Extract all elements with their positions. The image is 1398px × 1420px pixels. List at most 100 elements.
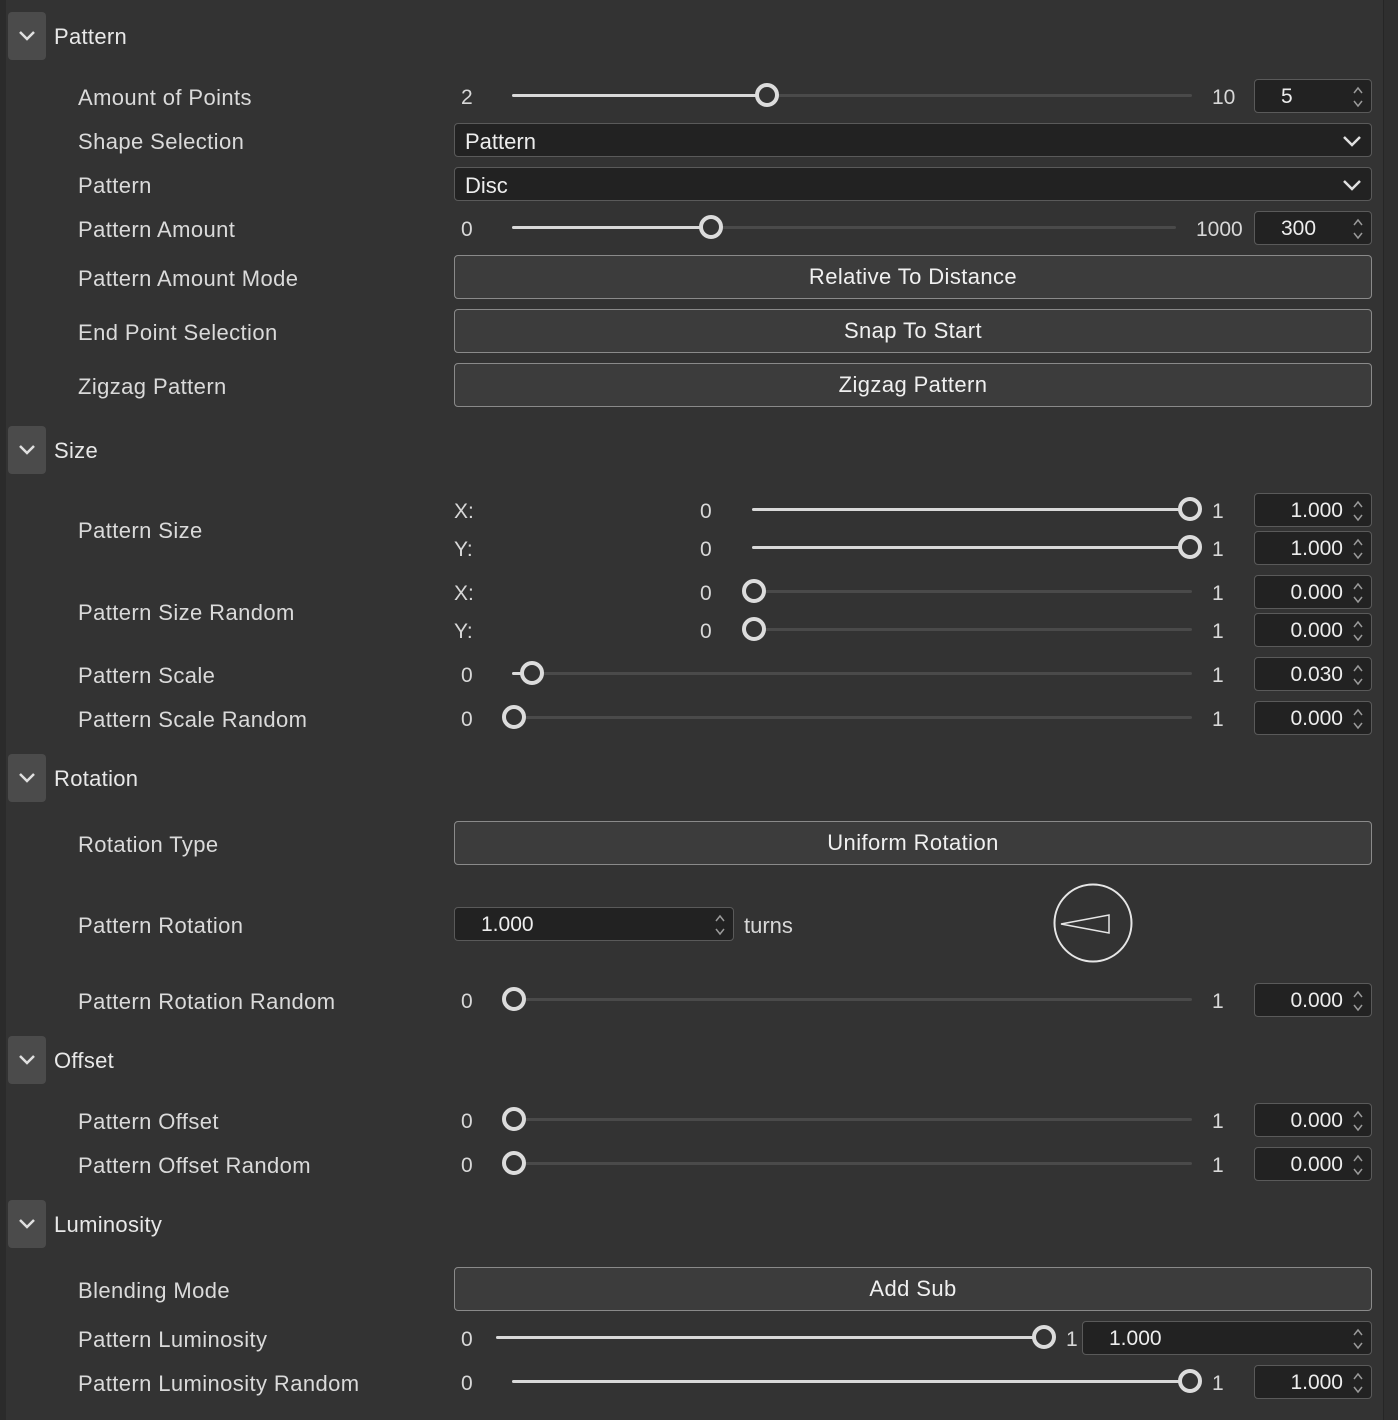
pattern-size-x-slider[interactable] [752,497,1202,521]
pattern-scale-spinbox[interactable]: 0.030 [1254,657,1372,691]
pattern-amount-slider[interactable] [512,215,1176,239]
pattern-luminosity-random-spinbox[interactable]: 1.000 [1254,1365,1372,1399]
spinbox-value: 0.000 [1290,619,1343,642]
spinbox-value: 0.000 [1290,1109,1343,1132]
spinbox-value: 0.000 [1290,1153,1343,1176]
pattern-rotation-random-spinbox[interactable]: 0.000 [1254,983,1372,1017]
slider-handle[interactable] [502,987,526,1011]
pattern-scale-slider[interactable] [512,661,1192,685]
slider-handle[interactable] [1178,535,1202,559]
pattern-offset-label: Pattern Offset [78,1109,219,1134]
amount-of-points-min: 2 [461,86,473,109]
pattern-size-y-min: 0 [700,538,712,561]
zigzag-pattern-label: Zigzag Pattern [78,374,227,399]
pattern-offset-slider[interactable] [502,1107,1192,1131]
amount-of-points-slider[interactable] [512,83,1192,107]
rotation-dial[interactable] [1052,882,1134,964]
spin-arrows-icon[interactable] [1351,1368,1365,1398]
slider-handle[interactable] [502,705,526,729]
spin-arrows-icon[interactable] [713,910,727,940]
spin-arrows-icon[interactable] [1351,1324,1365,1354]
spin-arrows-icon[interactable] [1351,986,1365,1016]
pattern-rotation-random-min: 0 [461,990,473,1013]
zigzag-pattern-button[interactable]: Zigzag Pattern [454,363,1372,407]
pattern-rotation-spinbox[interactable]: 1.000 [454,907,734,941]
pattern-scale-random-label: Pattern Scale Random [78,707,308,732]
pattern-size-random-x-slider[interactable] [742,579,1192,603]
spinbox-value: 1.000 [481,913,534,936]
slider-handle[interactable] [1178,497,1202,521]
spin-arrows-icon[interactable] [1351,496,1365,526]
spin-arrows-icon[interactable] [1351,1106,1365,1136]
collapse-rotation-button[interactable] [8,754,46,802]
pattern-size-y-spinbox[interactable]: 1.000 [1254,531,1372,565]
slider-handle[interactable] [755,83,779,107]
spin-arrows-icon[interactable] [1351,82,1365,112]
pattern-amount-spinbox[interactable]: 300 [1254,211,1372,245]
pattern-amount-mode-button[interactable]: Relative To Distance [454,255,1372,299]
pattern-scale-random-spinbox[interactable]: 0.000 [1254,701,1372,735]
pattern-offset-min: 0 [461,1110,473,1133]
slider-handle[interactable] [502,1151,526,1175]
axis-x-label: X: [454,582,474,605]
spin-arrows-icon[interactable] [1351,704,1365,734]
slider-handle[interactable] [1032,1325,1056,1349]
pattern-luminosity-random-label: Pattern Luminosity Random [78,1371,360,1396]
pattern-size-random-y-spinbox[interactable]: 0.000 [1254,613,1372,647]
collapse-pattern-button[interactable] [8,12,46,60]
collapse-offset-button[interactable] [8,1036,46,1084]
slider-handle[interactable] [742,617,766,641]
pattern-offset-random-slider[interactable] [502,1151,1192,1175]
pattern-offset-random-min: 0 [461,1154,473,1177]
spin-arrows-icon[interactable] [1351,1150,1365,1180]
pattern-luminosity-random-slider[interactable] [512,1369,1202,1393]
pattern-scale-random-max: 1 [1212,708,1224,731]
pattern-rotation-random-slider[interactable] [502,987,1192,1011]
pattern-size-random-label: Pattern Size Random [78,600,295,625]
spin-arrows-icon[interactable] [1351,534,1365,564]
spin-arrows-icon[interactable] [1351,214,1365,244]
spinbox-value: 1.000 [1290,499,1343,522]
pattern-scale-min: 0 [461,664,473,687]
spin-arrows-icon[interactable] [1351,578,1365,608]
collapse-size-button[interactable] [8,426,46,474]
pattern-amount-max: 1000 [1196,218,1243,241]
pattern-offset-random-spinbox[interactable]: 0.000 [1254,1147,1372,1181]
scrollbar-track[interactable] [1383,0,1398,1420]
axis-y-label: Y: [454,538,473,561]
section-title-luminosity: Luminosity [54,1212,163,1237]
chevron-down-icon [19,773,35,783]
shape-selection-dropdown[interactable]: Pattern [454,123,1372,157]
section-title-pattern: Pattern [54,24,128,49]
slider-fill [752,546,1190,549]
slider-fill [512,94,767,97]
pattern-size-random-x-spinbox[interactable]: 0.000 [1254,575,1372,609]
pattern-dropdown[interactable]: Disc [454,167,1372,201]
slider-handle[interactable] [699,215,724,239]
collapse-luminosity-button[interactable] [8,1200,46,1248]
pattern-luminosity-min: 0 [461,1328,473,1351]
pattern-size-x-spinbox[interactable]: 1.000 [1254,493,1372,527]
spinbox-value: 1.000 [1290,537,1343,560]
slider-handle[interactable] [1178,1369,1202,1393]
chevron-down-icon [19,31,35,41]
amount-of-points-spinbox[interactable]: 5 [1254,79,1372,113]
slider-handle[interactable] [520,661,545,685]
end-point-selection-button[interactable]: Snap To Start [454,309,1372,353]
pattern-luminosity-slider[interactable] [496,1325,1056,1349]
pattern-size-y-slider[interactable] [752,535,1202,559]
axis-x-label: X: [454,500,474,523]
pattern-luminosity-label: Pattern Luminosity [78,1327,268,1352]
spin-arrows-icon[interactable] [1351,660,1365,690]
slider-handle[interactable] [742,579,766,603]
rotation-type-button[interactable]: Uniform Rotation [454,821,1372,865]
pattern-luminosity-spinbox[interactable]: 1.000 [1082,1321,1372,1355]
dropdown-value: Pattern [465,129,536,154]
pattern-offset-spinbox[interactable]: 0.000 [1254,1103,1372,1137]
blending-mode-button[interactable]: Add Sub [454,1267,1372,1311]
spin-arrows-icon[interactable] [1351,616,1365,646]
slider-handle[interactable] [502,1107,526,1131]
pattern-amount-label: Pattern Amount [78,217,236,242]
pattern-size-random-y-slider[interactable] [742,617,1192,641]
pattern-scale-random-slider[interactable] [502,705,1192,729]
